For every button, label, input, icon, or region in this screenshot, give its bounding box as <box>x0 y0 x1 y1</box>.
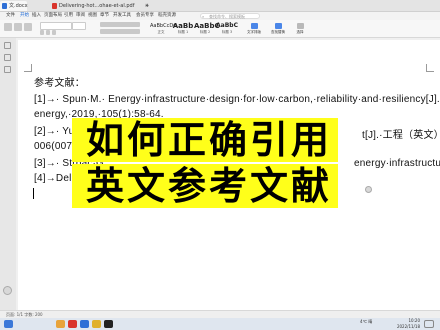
reference-line-1: [1]→· Spun·M.· Energy·infrastructure·des… <box>34 94 440 105</box>
weather-widget[interactable]: 4℃ 晴 <box>360 319 372 324</box>
underline-icon[interactable] <box>52 30 56 35</box>
ribbon-toolbar: AaBbCcDd 正文 AaBb 标题 1 AaBbC 标题 2 AaBbC 标… <box>0 20 440 38</box>
alignment-tools[interactable] <box>100 29 140 34</box>
taskbar: 4℃ 晴 10:20 2022/11/18 <box>0 318 440 330</box>
menu-layout[interactable]: 页面布局 <box>44 12 62 20</box>
menu-developer[interactable]: 开发工具 <box>113 12 131 20</box>
references-heading: 参考文献： <box>34 78 85 89</box>
tab-bar: 文.docx Delivering-hot...ohae-et-al.pdf ×… <box>0 0 440 12</box>
start-icon[interactable] <box>4 320 13 328</box>
style-normal[interactable]: AaBbCcDd 正文 <box>150 22 177 35</box>
navigation-icon[interactable] <box>4 42 11 49</box>
outline-icon[interactable] <box>4 54 11 61</box>
menu-docer[interactable]: 稻壳资源 <box>158 12 176 20</box>
capcut-icon[interactable] <box>104 320 113 328</box>
style-name: 标题 3 <box>221 30 233 34</box>
tab-pdf[interactable]: Delivering-hot...ohae-et-al.pdf × <box>50 1 151 11</box>
style-preview: AaBb <box>172 22 194 30</box>
tool-label: 选择 <box>296 30 304 34</box>
font-select[interactable] <box>40 22 72 30</box>
menu-member[interactable]: 会员专享 <box>136 12 154 20</box>
margin-corner-mark <box>24 64 32 72</box>
text-cursor <box>33 188 34 199</box>
font-size-select[interactable] <box>72 22 86 30</box>
style-heading-1[interactable]: AaBb 标题 1 <box>172 22 194 35</box>
bookmark-icon[interactable] <box>4 66 11 73</box>
find-replace-button[interactable]: 查找替换 <box>268 23 288 35</box>
margin-corner-mark <box>426 64 434 72</box>
search-placeholder: 查找命令、搜索模板 <box>209 14 245 19</box>
text-layout-icon <box>250 23 258 29</box>
command-search[interactable]: ⌕ 查找命令、搜索模板 <box>200 13 260 19</box>
paragraph-tools[interactable] <box>100 22 140 27</box>
tab-label: Delivering-hot...ohae-et-al.pdf <box>59 3 135 9</box>
paste-icon[interactable] <box>4 23 12 31</box>
word-doc-icon <box>2 3 7 9</box>
overlay-title-line-2: 英文参考文献 <box>72 164 339 208</box>
left-sidebar <box>0 38 16 310</box>
system-clock[interactable]: 10:20 2022/11/18 <box>397 318 420 330</box>
menu-view[interactable]: 视图 <box>88 12 97 20</box>
notes-icon[interactable] <box>92 320 101 328</box>
overlay-title-line-1: 如何正确引用 <box>72 118 339 162</box>
style-heading-3[interactable]: AaBbC 标题 3 <box>216 22 238 35</box>
paragraph-mark-icon[interactable] <box>365 186 372 193</box>
style-preview: AaBbC <box>194 22 220 30</box>
word-icon[interactable] <box>80 320 89 328</box>
menu-section[interactable]: 章节 <box>100 12 109 20</box>
select-icon <box>296 23 304 29</box>
notification-icon[interactable] <box>424 320 434 328</box>
menu-insert[interactable]: 插入 <box>32 12 41 20</box>
find-replace-icon <box>274 23 282 29</box>
style-preview: AaBbC <box>216 22 238 29</box>
style-name: 标题 2 <box>199 30 211 34</box>
tab-label: 文.docx <box>9 3 28 9</box>
bold-icon[interactable] <box>40 30 44 35</box>
style-preview: AaBbCcDd <box>150 23 177 29</box>
tab-docx[interactable]: 文.docx <box>0 1 28 11</box>
clock-date: 2022/11/18 <box>396 324 420 329</box>
style-heading-2[interactable]: AaBbC 标题 2 <box>194 22 220 35</box>
tool-label: 查找替换 <box>271 30 285 34</box>
select-button[interactable]: 选择 <box>290 23 310 35</box>
tool-label: 文字排版 <box>247 30 261 34</box>
wps-icon[interactable] <box>68 320 77 328</box>
file-explorer-icon[interactable] <box>56 320 65 328</box>
format-painter-icon[interactable] <box>24 23 32 31</box>
menu-file[interactable]: 文件 <box>6 12 15 20</box>
text-layout-button[interactable]: 文字排版 <box>244 23 264 35</box>
style-name: 标题 1 <box>177 30 189 34</box>
reference-line-2-tail: t[J].·工程（英文）,·2 <box>362 130 440 141</box>
pdf-icon <box>52 3 57 9</box>
assistant-icon[interactable] <box>3 286 12 295</box>
new-tab-button[interactable]: + <box>145 1 151 11</box>
italic-icon[interactable] <box>46 30 50 35</box>
menu-references[interactable]: 引用 <box>64 12 73 20</box>
menu-review[interactable]: 审阅 <box>76 12 85 20</box>
reference-line-3-tail: energy·infrastructu <box>354 158 440 169</box>
cut-icon[interactable] <box>14 23 22 31</box>
style-name: 正文 <box>157 30 165 34</box>
menu-bar: 文件 开始 插入 页面布局 引用 审阅 视图 章节 开发工具 会员专享 稻壳资源… <box>0 12 440 21</box>
